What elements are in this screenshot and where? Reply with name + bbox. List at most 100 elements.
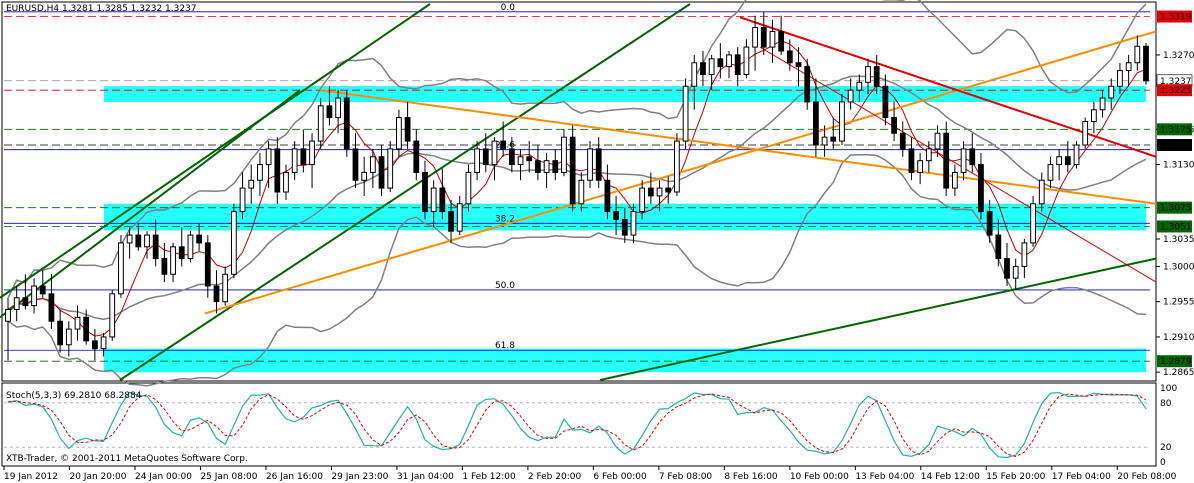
- candle-body: [274, 148, 281, 193]
- time-tick-label: 6 Feb 00:00: [593, 472, 647, 482]
- candle-body: [65, 328, 72, 346]
- candle-body: [873, 66, 880, 87]
- candle-body: [752, 27, 758, 48]
- candle-body: [526, 156, 533, 162]
- time-tick-label: 7 Feb 08:00: [659, 472, 713, 482]
- time-tick-label: 31 Jan 04:00: [397, 472, 454, 482]
- candle-body: [31, 285, 37, 307]
- candle-body: [925, 148, 932, 162]
- price-chart[interactable]: 0.023.638.250.061.8 1.32701.31751.31301.…: [0, 0, 1194, 483]
- candle-body: [908, 148, 915, 173]
- candle-body: [899, 132, 906, 150]
- candle-body: [178, 246, 185, 260]
- candle-body: [1004, 258, 1010, 279]
- candle-body: [647, 187, 654, 197]
- candle-body: [430, 187, 437, 213]
- candle-body: [109, 293, 116, 338]
- candle-body: [865, 66, 871, 83]
- candle-body: [1117, 70, 1123, 87]
- candle-body: [343, 97, 350, 150]
- candle-body: [257, 164, 263, 181]
- candle-body: [361, 171, 368, 181]
- candle-body: [22, 297, 29, 307]
- candle-body: [126, 234, 133, 244]
- time-tick-label: 19 Jan 2012: [4, 472, 58, 482]
- candle-body: [769, 30, 776, 48]
- candle-body: [448, 211, 454, 232]
- candle-body: [813, 101, 819, 146]
- time-tick-label: 24 Jan 00:00: [135, 472, 192, 482]
- candle-body: [465, 171, 472, 205]
- candle-body: [248, 179, 255, 189]
- time-tick-label: 15 Feb 20:00: [986, 472, 1045, 482]
- stoch-tick-label: 0: [1160, 458, 1166, 468]
- time-tick-label: 2 Feb 20:00: [528, 472, 582, 482]
- candle-body: [630, 211, 637, 236]
- candle-body: [1021, 242, 1028, 267]
- candle-body: [613, 211, 619, 220]
- indicator-label: Stoch(5,3,3) 69.2810 68.2884: [6, 391, 142, 401]
- candle-body: [552, 160, 559, 173]
- candle-body: [196, 234, 203, 244]
- candle-body: [352, 148, 359, 181]
- time-tick-label: 20 Feb 08:00: [1117, 472, 1176, 482]
- candle-body: [795, 62, 802, 68]
- candle-body: [378, 156, 385, 189]
- candle-body: [204, 242, 211, 287]
- candle-body: [891, 117, 897, 134]
- price-marker-label: 1.3051: [1160, 222, 1192, 232]
- candle-body: [882, 85, 889, 119]
- candle-body: [561, 136, 567, 173]
- time-tick-label: 17 Feb 04:00: [1052, 472, 1111, 482]
- candle-body: [13, 297, 20, 310]
- candle-body: [621, 218, 628, 236]
- fib-label: 61.8: [495, 341, 515, 351]
- sr-zone: [104, 86, 1146, 102]
- candle-body: [422, 171, 428, 213]
- candle-body: [1038, 179, 1045, 205]
- price-marker-label: 1.2879: [1160, 357, 1192, 367]
- candle-body: [170, 246, 176, 275]
- candle-body: [230, 211, 237, 275]
- candle-body: [491, 140, 498, 166]
- candle-body: [1108, 85, 1115, 99]
- candle-body: [543, 160, 550, 173]
- candle-body: [682, 85, 689, 142]
- candle-body: [535, 160, 541, 173]
- candle-body: [118, 242, 124, 295]
- candle-body: [222, 273, 229, 303]
- stoch-tick-label: 80: [1160, 399, 1172, 409]
- price-tick-label: 1.2910: [1163, 333, 1194, 343]
- candle-body: [830, 136, 837, 142]
- candle-body: [91, 340, 98, 350]
- candle-body: [821, 136, 828, 146]
- candle-body: [1143, 45, 1149, 82]
- candle-body: [5, 309, 11, 322]
- chart-title: EURUSD,H4 1.3281 1.3285 1.3232 1.3237: [6, 4, 197, 14]
- time-tick-label: 1 Feb 12:00: [462, 472, 516, 482]
- candle-body: [144, 234, 150, 248]
- candle-body: [213, 285, 220, 303]
- candle-body: [917, 160, 924, 173]
- candle-body: [969, 148, 976, 166]
- time-tick-label: 20 Jan 20:00: [69, 472, 126, 482]
- candle-body: [986, 211, 993, 236]
- time-tick-label: 25 Jan 08:00: [200, 472, 257, 482]
- time-tick-label: 29 Jan 23:00: [331, 472, 388, 482]
- price-tick-label: 1.3130: [1163, 161, 1194, 171]
- candle-body: [691, 62, 698, 87]
- candle-body: [1056, 156, 1063, 166]
- candle-body: [317, 105, 324, 142]
- candle-body: [639, 187, 646, 213]
- candle-body: [995, 234, 1002, 260]
- candle-body: [778, 30, 785, 52]
- candle-body: [283, 171, 289, 193]
- candle-body: [1064, 156, 1071, 166]
- candle-body: [1099, 97, 1106, 111]
- price-tick-label: 1.3035: [1163, 235, 1194, 245]
- candle-body: [934, 132, 941, 150]
- candle-body: [396, 117, 402, 150]
- candle-body: [387, 148, 394, 189]
- candle-body: [717, 58, 724, 68]
- price-tick-label: 1.3000: [1163, 262, 1194, 272]
